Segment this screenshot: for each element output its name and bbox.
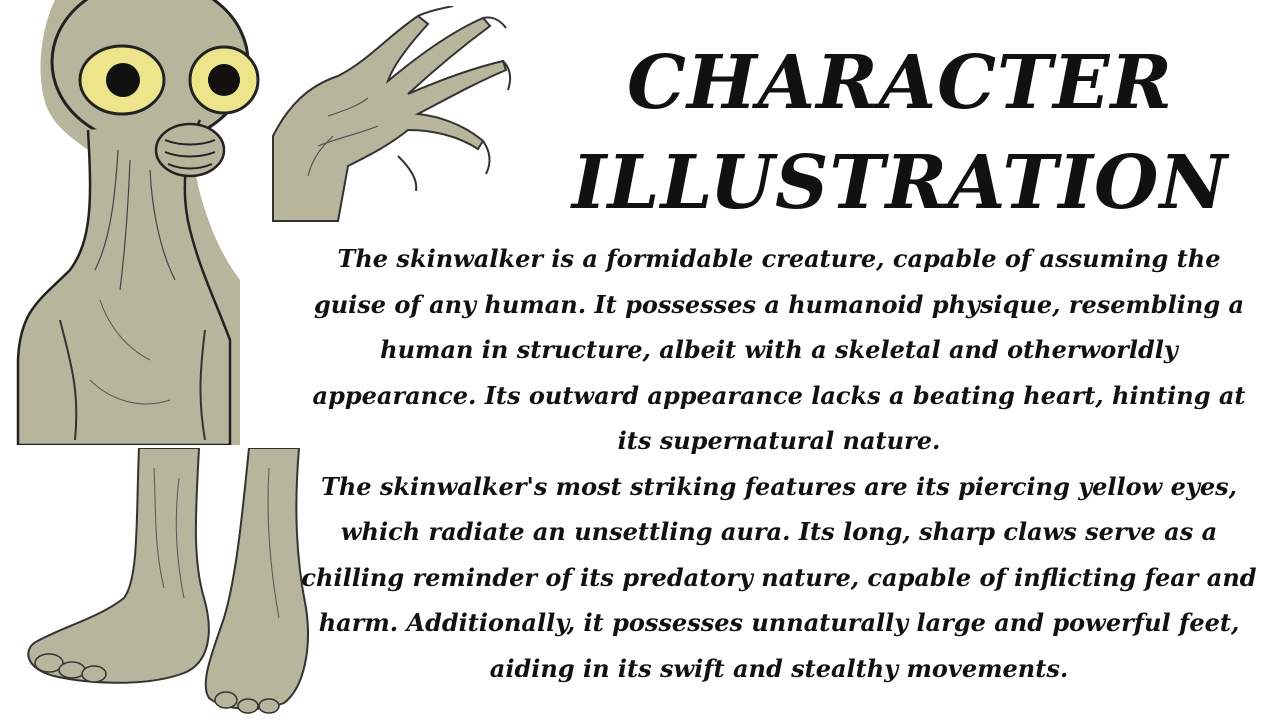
- description-paragraph-1: The skinwalker is a formidable creature,…: [312, 244, 1246, 455]
- skinwalker-torso-illustration: [0, 0, 260, 445]
- description-text: The skinwalker is a formidable creature,…: [298, 236, 1260, 691]
- description-paragraph-2: The skinwalker's most striking features …: [301, 471, 1257, 683]
- skinwalker-claw-illustration: [272, 6, 512, 222]
- skinwalker-feet-illustration: [27, 448, 309, 714]
- page-title-line-2: ILLUSTRATION: [571, 140, 1229, 226]
- page-title-line-1: CHARACTER: [626, 40, 1173, 126]
